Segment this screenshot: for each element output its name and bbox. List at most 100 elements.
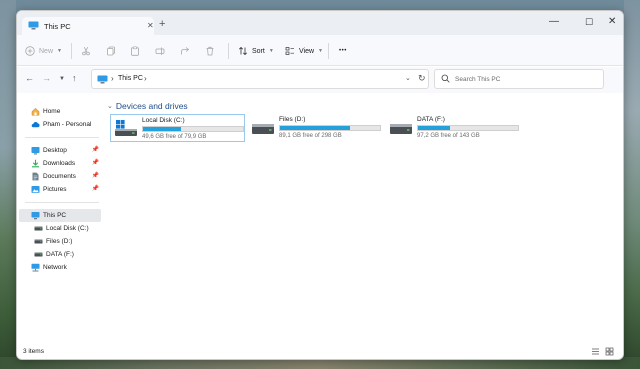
pin-icon[interactable]: 📌 [92,159,99,166]
drive-name: Files (D:) [279,116,306,123]
sidebar-item-this-pc[interactable]: This PC [19,209,101,222]
drive-name: Local Disk (C:) [142,117,185,124]
scissors-icon [82,47,90,56]
sidebar-item-local-disk-c[interactable]: Local Disk (C:) [19,222,101,235]
sort-button-label: Sort [252,47,265,55]
drive-tile[interactable]: Files (D:) 89,1 GB free of 298 GB [248,114,383,142]
back-arrow-icon[interactable]: ← [25,74,34,83]
rename-button[interactable] [155,45,165,57]
item-count: 3 items [23,348,44,355]
pin-icon[interactable]: 📌 [92,146,99,153]
sidebar-item-network[interactable]: Network [19,261,101,274]
network-icon [31,263,40,272]
sidebar-item-label: Network [43,264,67,271]
drive-free-space: 97,2 GB free of 143 GB [417,133,480,139]
new-button[interactable]: New ▼ [25,45,62,57]
address-bar[interactable]: › This PC › ⌄ ↻ [91,69,429,89]
paste-icon [131,46,139,56]
sidebar-item-desktop[interactable]: Desktop 📌 [19,144,101,157]
hard-drive-icon [252,124,274,134]
drive-usage-fill [143,127,181,131]
sidebar-item-data-f[interactable]: DATA (F:) [19,248,101,261]
more-icon: ••• [339,48,347,54]
view-button[interactable]: View ▼ [285,45,323,57]
search-input[interactable] [455,73,601,86]
drive-usage-bar [142,126,244,132]
delete-button[interactable] [205,45,215,57]
sidebar-item-label: DATA (F:) [46,251,74,258]
chevron-down-icon: ⌄ [107,103,113,110]
sidebar-item-label: Desktop [43,147,67,154]
minimize-button[interactable]: — [549,17,559,27]
sidebar-divider [25,202,99,203]
breadcrumb-chevron-icon[interactable]: › [111,74,114,83]
sidebar-item-documents[interactable]: Documents 📌 [19,170,101,183]
cut-button[interactable] [81,45,91,57]
trash-icon [206,46,214,56]
group-header-devices[interactable]: ⌄ Devices and drives [107,101,188,111]
copy-button[interactable] [106,45,116,57]
sidebar-item-label: Downloads [43,160,76,167]
drive-free-space: 89,1 GB free of 298 GB [279,133,342,139]
sidebar-item-label: Home [43,108,61,115]
sidebar-item-onedrive-personal[interactable]: Pham - Personal [19,118,101,131]
view-button-label: View [299,47,315,55]
drive-free-space: 49,6 GB free of 79,9 GB [142,134,207,140]
content-pane: ⌄ Devices and drives Local Disk (C:) 49,… [103,93,623,343]
this-pc-icon [97,75,108,84]
forward-arrow-icon[interactable]: → [42,74,51,83]
breadcrumb-this-pc[interactable]: This PC [118,75,143,82]
new-tab-button[interactable]: + [159,19,165,30]
sidebar-item-files-d[interactable]: Files (D:) [19,235,101,248]
tab-this-pc[interactable]: This PC ✕ [22,17,154,35]
drive-icon [34,239,43,244]
this-pc-icon [31,212,40,220]
sidebar-item-label: Pham - Personal [43,121,92,128]
desktop-wallpaper-right [624,0,640,369]
this-pc-icon [28,21,39,30]
maximize-button[interactable]: ☐ [585,17,593,27]
drive-usage-bar [417,125,519,131]
documents-folder-icon [32,172,39,181]
pin-icon[interactable]: 📌 [92,172,99,179]
refresh-icon[interactable]: ↻ [418,73,426,84]
group-title: Devices and drives [115,101,188,111]
navigation-pane: Home Pham - Personal Desktop 📌 Downloads… [17,93,103,343]
sidebar-item-downloads[interactable]: Downloads 📌 [19,157,101,170]
home-icon [31,107,40,116]
sort-button[interactable]: Sort ▼ [238,45,274,57]
drive-tile[interactable]: Local Disk (C:) 49,6 GB free of 79,9 GB [110,114,245,142]
rename-icon [155,47,165,55]
file-explorer-window: This PC ✕ + — ☐ ✕ New ▼ Sort ▼ View ▼ ••… [16,10,624,360]
sidebar-item-label: This PC [43,212,67,219]
up-arrow-icon[interactable]: ↑ [72,74,77,83]
search-icon [441,74,450,83]
tiles-view-icon[interactable] [605,347,614,356]
status-bar: 3 items [17,343,623,359]
share-button[interactable] [180,45,190,57]
title-bar: This PC ✕ + — ☐ ✕ [17,11,623,35]
sidebar-item-label: Files (D:) [46,238,73,245]
sidebar-item-home[interactable]: Home [19,105,101,118]
new-button-label: New [39,47,54,55]
more-options-button[interactable]: ••• [339,45,347,57]
cloud-icon [31,121,40,128]
address-history-chevron-icon[interactable]: ⌄ [405,74,411,82]
drive-icon [34,226,43,231]
drive-icon [34,252,43,257]
copy-icon [107,46,115,56]
desktop-folder-icon [31,147,40,155]
paste-button[interactable] [130,45,140,57]
sidebar-item-label: Pictures [43,186,67,193]
drive-tile[interactable]: DATA (F:) 97,2 GB free of 143 GB [386,114,521,142]
close-button[interactable]: ✕ [608,17,616,27]
details-view-icon[interactable] [591,347,600,356]
tab-close-icon[interactable]: ✕ [147,21,154,30]
breadcrumb-chevron-icon[interactable]: › [144,74,147,83]
pin-icon[interactable]: 📌 [92,185,99,192]
sidebar-item-pictures[interactable]: Pictures 📌 [19,183,101,196]
plus-circle-icon [25,46,35,56]
hard-drive-icon [390,124,412,134]
search-box[interactable] [434,69,604,89]
recent-locations-chevron-icon[interactable]: ▼ [59,75,65,84]
